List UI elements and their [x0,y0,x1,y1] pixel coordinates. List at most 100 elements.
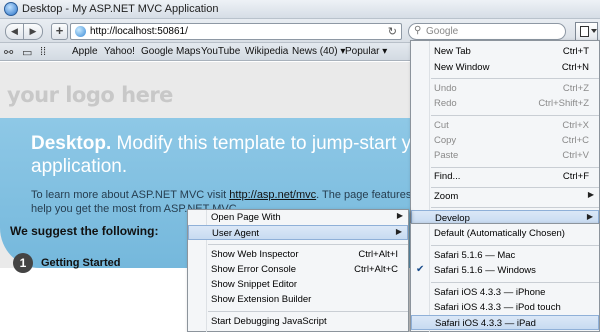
menu-item-open-page-with[interactable]: Open Page With ▶ [188,210,408,225]
menu-separator [431,207,599,208]
menu-item-shortcut: Ctrl+Z [562,83,589,94]
forward-button[interactable]: ▶ [24,23,43,40]
menu-item-show-error-console[interactable]: Show Error Console Ctrl+Alt+C [188,262,408,277]
bookmark-apple[interactable]: Apple [72,46,98,57]
forward-arrow-icon: ▶ [29,26,37,36]
menu-item-label: Copy [434,135,457,146]
plus-icon: + [55,23,64,38]
menu-item-user-agent[interactable]: User Agent ▶ [188,225,408,240]
menu-item-new-window[interactable]: New Window Ctrl+N [411,60,599,75]
page-menu-button[interactable] [575,22,598,41]
menu-item-shortcut: Ctrl+N [561,62,589,73]
menu-separator [431,282,599,283]
submenu-arrow-icon: ▶ [586,212,593,221]
bookmark-google-maps[interactable]: Google Maps [141,46,200,57]
menu-item-find[interactable]: Find... Ctrl+F [411,169,599,184]
menu-item-label: Zoom [434,191,459,202]
menu-item-shortcut: Ctrl+Alt+C [354,264,398,275]
menu-item-start-debugging-javascript[interactable]: Start Debugging JavaScript [188,314,408,329]
menu-separator [431,78,599,79]
search-icon: ⚲ [414,25,422,36]
bookmark-youtube[interactable]: YouTube [201,46,240,57]
menu-item-label: Default (Automatically Chosen) [434,228,565,239]
menu-item-label: Redo [434,98,457,109]
user-agent-submenu: Default (Automatically Chosen) Safari 5.… [410,223,600,332]
page-icon [580,26,589,37]
back-arrow-icon: ◀ [11,26,18,36]
search-field[interactable]: ⚲ Google [408,23,566,40]
develop-submenu: Open Page With ▶ User Agent ▶ Show Web Ins… [187,209,409,332]
new-tab-button[interactable]: + [51,23,68,40]
submenu-arrow-icon: ▶ [396,211,403,220]
url-text: http://localhost:50861/ [90,26,188,37]
menu-item-shortcut: Ctrl+C [561,135,589,146]
chevron-down-icon [591,29,597,33]
menu-item-label: Start Debugging JavaScript [211,316,327,327]
safari-app-icon [4,2,18,16]
menu-item-ua-safari-windows[interactable]: ✔ Safari 5.1.6 — Windows [411,263,599,278]
address-bar[interactable]: http://localhost:50861/ ↻ [70,23,402,40]
menu-separator [431,245,599,246]
menu-item-label: Paste [434,150,459,161]
paragraph-prefix: To learn more about ASP.NET MVC visit [31,189,230,201]
menu-item-label: Show Error Console [211,264,297,275]
menu-separator [208,311,408,312]
menu-item-label: Safari iOS 4.3.3 — iPod touch [434,302,561,313]
asp-net-link[interactable]: http://asp.net/mvc [229,189,316,201]
menu-item-ua-ios-ipod-touch[interactable]: Safari iOS 4.3.3 — iPod touch [411,300,599,315]
menu-item-label: Safari iOS 4.3.3 — iPad [435,318,536,329]
menu-item-ua-ios-ipad[interactable]: Safari iOS 4.3.3 — iPad [411,315,599,330]
menu-item-cut[interactable]: Cut Ctrl+X [411,118,599,133]
back-button[interactable]: ◀ [5,23,24,40]
menu-item-show-web-inspector[interactable]: Show Web Inspector Ctrl+Alt+I [188,247,408,262]
bookmark-yahoo[interactable]: Yahoo! [104,46,135,57]
menu-item-ua-safari-mac[interactable]: Safari 5.1.6 — Mac [411,248,599,263]
menu-item-shortcut: Ctrl+V [562,150,589,161]
menu-item-label: Safari iOS 4.3.3 — iPhone [434,287,546,298]
menu-separator [431,115,599,116]
bookmark-news-folder[interactable]: News (40) ▾ [292,46,345,57]
banner-heading-strong: Desktop. [31,133,112,154]
menu-separator [431,167,599,168]
bookmark-wikipedia[interactable]: Wikipedia [245,46,288,57]
menu-item-label: Undo [434,83,457,94]
submenu-arrow-icon: ▶ [587,190,594,199]
menu-item-label: Show Extension Builder [211,294,312,305]
menu-item-copy[interactable]: Copy Ctrl+C [411,133,599,148]
menu-item-label: Safari 5.1.6 — Windows [434,265,536,276]
menu-item-label: New Window [434,62,490,73]
globe-icon [75,26,86,37]
menu-item-show-extension-builder[interactable]: Show Extension Builder [188,292,408,307]
menu-item-ua-ios-iphone[interactable]: Safari iOS 4.3.3 — iPhone [411,285,599,300]
menu-item-show-snippet-editor[interactable]: Show Snippet Editor [188,277,408,292]
reading-list-icon[interactable]: ⚯ [4,46,13,59]
window-title: Desktop - My ASP.NET MVC Application [22,3,219,15]
menu-item-label: Show Web Inspector [211,249,299,260]
menu-item-undo[interactable]: Undo Ctrl+Z [411,81,599,96]
menu-item-zoom[interactable]: Zoom ▶ [411,189,599,204]
menu-item-shortcut: Ctrl+F [562,171,589,182]
bookmarks-book-icon[interactable]: ▭ [22,46,32,59]
menu-item-label: Find... [434,171,461,182]
menu-item-new-tab[interactable]: New Tab Ctrl+T [411,44,599,59]
menu-item-paste[interactable]: Paste Ctrl+V [411,148,599,163]
menu-item-shortcut: Ctrl+Shift+Z [538,98,589,109]
menu-item-shortcut: Ctrl+X [562,120,589,131]
search-placeholder: Google [426,26,459,37]
menu-item-ua-default[interactable]: Default (Automatically Chosen) [411,226,599,241]
top-sites-icon[interactable]: ⁞⁞ [40,46,46,58]
menu-separator [431,187,599,188]
menu-item-label: New Tab [434,46,471,57]
bookmark-popular-folder[interactable]: Popular ▾ [345,46,387,57]
suggest-heading: We suggest the following: [10,224,159,238]
menu-item-redo[interactable]: Redo Ctrl+Shift+Z [411,96,599,111]
menu-item-label: Open Page With [211,212,281,223]
menu-item-label: User Agent [212,228,259,239]
menu-item-shortcut: Ctrl+Alt+I [358,249,398,260]
step-title: Getting Started [41,257,121,269]
menu-item-label: Safari 5.1.6 — Mac [434,250,516,261]
step-number-badge: 1 [13,253,33,273]
menu-item-shortcut: Ctrl+T [562,46,589,57]
site-logo[interactable]: your logo here [7,83,173,107]
reload-icon[interactable]: ↻ [388,25,397,38]
